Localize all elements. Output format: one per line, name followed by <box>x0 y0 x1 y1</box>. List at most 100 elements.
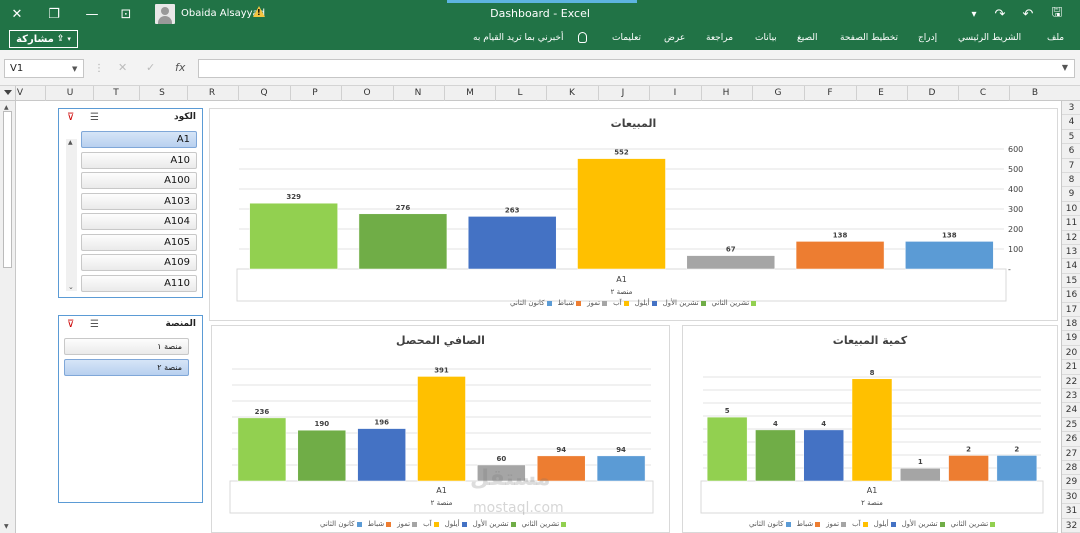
slicer-item[interactable]: A105 <box>81 233 197 251</box>
row-header-29[interactable]: 29 <box>1062 475 1080 490</box>
tab-insert[interactable]: إدراج <box>918 33 937 43</box>
column-header-t[interactable]: T <box>106 88 126 98</box>
tab-review[interactable]: مراجعة <box>706 33 733 43</box>
insert-function-button[interactable]: fx <box>175 61 185 74</box>
chart-sales[interactable]: المبيعات 329 276 263 552 67 138 138 A1 منصة ٢ 600… <box>209 108 1058 321</box>
row-header-28[interactable]: 28 <box>1062 461 1080 476</box>
customize-qat-icon[interactable]: ▾ <box>962 4 986 24</box>
column-divider[interactable] <box>444 86 445 101</box>
row-header-7[interactable]: 7 <box>1062 159 1080 173</box>
tab-data[interactable]: بيانات <box>755 33 777 43</box>
clear-filter-icon[interactable]: ⊽ <box>67 319 74 330</box>
column-header-o[interactable]: O <box>357 88 377 98</box>
row-header-13[interactable]: 13 <box>1062 245 1080 260</box>
row-header-6[interactable]: 6 <box>1062 144 1080 159</box>
tab-home[interactable]: الشريط الرئيسي <box>958 33 1021 43</box>
multi-select-icon[interactable]: ☰ <box>90 319 99 330</box>
column-divider[interactable] <box>804 86 805 101</box>
column-header-g[interactable]: G <box>768 88 788 98</box>
column-header-d[interactable]: D <box>922 88 942 98</box>
cancel-icon[interactable]: ✕ <box>118 61 127 74</box>
row-header-31[interactable]: 31 <box>1062 504 1080 519</box>
row-header-27[interactable]: 27 <box>1062 447 1080 461</box>
row-header-8[interactable]: 8 <box>1062 173 1080 188</box>
row-header-23[interactable]: 23 <box>1062 389 1080 404</box>
close-icon[interactable]: ✕ <box>5 4 29 24</box>
tell-me-box[interactable]: أخبرني بما تريد القيام به <box>473 33 564 43</box>
ribbon-display-icon[interactable]: ⊡ <box>114 4 138 24</box>
row-header-25[interactable]: 25 <box>1062 418 1080 433</box>
column-header-n[interactable]: N <box>408 88 428 98</box>
slicer-item[interactable]: A109 <box>81 254 197 271</box>
column-divider[interactable] <box>855 86 857 101</box>
restore-icon[interactable]: ❐ <box>42 4 66 24</box>
row-header-20[interactable]: 20 <box>1062 346 1080 361</box>
row-header-32[interactable]: 32 <box>1062 519 1080 533</box>
column-header-m[interactable]: M <box>460 88 480 98</box>
row-header-11[interactable]: 11 <box>1062 216 1080 231</box>
column-divider[interactable] <box>906 86 908 101</box>
tab-page-layout[interactable]: تخطيط الصفحة <box>840 33 898 43</box>
column-header-i[interactable]: I <box>665 88 685 98</box>
avatar[interactable] <box>155 4 175 24</box>
vertical-scrollbar[interactable]: ▲ ▼ <box>0 101 16 533</box>
row-header-21[interactable]: 21 <box>1062 360 1080 375</box>
column-divider[interactable] <box>392 86 394 101</box>
slicer-item[interactable]: A1 <box>81 131 197 148</box>
column-header-p[interactable]: P <box>305 88 325 98</box>
row-header-9[interactable]: 9 <box>1062 187 1080 202</box>
row-header-10[interactable]: 10 <box>1062 202 1080 217</box>
slicer-item[interactable]: منصة ٢ <box>64 359 189 376</box>
slicer-item[interactable]: A10 <box>81 151 197 169</box>
slicer-item[interactable]: A104 <box>81 213 197 230</box>
chart-sales-quantity[interactable]: كمية المبيعات 5 4 4 8 1 2 2 A1 منصة ٢ تشرين الثا… <box>682 325 1058 533</box>
column-divider[interactable] <box>139 86 140 101</box>
column-divider[interactable] <box>597 86 599 101</box>
column-header-q[interactable]: Q <box>254 88 274 98</box>
tab-file[interactable]: ملف <box>1047 33 1064 43</box>
tab-help[interactable]: تعليمات <box>612 33 641 43</box>
row-header-18[interactable]: 18 <box>1062 317 1080 332</box>
column-divider[interactable] <box>93 86 94 101</box>
column-divider[interactable] <box>238 86 239 101</box>
column-divider[interactable] <box>289 86 291 101</box>
row-header-3[interactable]: 3 <box>1062 101 1080 116</box>
row-header-17[interactable]: 17 <box>1062 303 1080 317</box>
column-header-h[interactable]: H <box>716 88 736 98</box>
column-divider[interactable] <box>187 86 188 101</box>
column-divider[interactable] <box>495 86 496 101</box>
tab-formulas[interactable]: الصيغ <box>797 33 818 43</box>
slicer-item[interactable]: A110 <box>81 274 197 292</box>
scroll-up-icon[interactable]: ▲ <box>4 104 9 111</box>
expand-formula-icon[interactable]: ▼ <box>1062 63 1068 72</box>
row-header-26[interactable]: 26 <box>1062 432 1080 447</box>
formula-input[interactable]: ▼ <box>198 59 1075 78</box>
column-divider[interactable] <box>45 86 46 101</box>
scroll-down-icon[interactable]: ⌄ <box>68 283 74 291</box>
column-header-u[interactable]: U <box>60 88 80 98</box>
chevron-down-icon[interactable]: ▼ <box>72 65 77 73</box>
column-divider[interactable] <box>957 86 959 101</box>
redo-icon[interactable]: ↷ <box>988 4 1012 24</box>
row-header-19[interactable]: 19 <box>1062 331 1080 346</box>
scroll-up-icon[interactable]: ▲ <box>68 139 73 146</box>
column-header-k[interactable]: K <box>562 88 582 98</box>
row-header-14[interactable]: 14 <box>1062 259 1080 274</box>
column-divider[interactable] <box>546 86 547 101</box>
row-header-22[interactable]: 22 <box>1062 375 1080 389</box>
column-header-f[interactable]: F <box>820 88 840 98</box>
column-header-j[interactable]: J <box>613 88 633 98</box>
column-divider[interactable] <box>649 86 650 101</box>
scrollbar-thumb[interactable] <box>3 111 12 268</box>
row-header-16[interactable]: 16 <box>1062 288 1080 303</box>
minimize-icon[interactable]: — <box>80 4 104 24</box>
row-header-12[interactable]: 12 <box>1062 231 1080 245</box>
slicer-scrollbar[interactable]: ▲ ⌄ <box>66 139 77 291</box>
slicer-item[interactable]: منصة ١ <box>64 338 189 355</box>
column-header-v[interactable]: V <box>10 88 30 98</box>
row-header-5[interactable]: 5 <box>1062 130 1080 145</box>
column-divider[interactable] <box>341 86 342 101</box>
tab-view[interactable]: عرض <box>664 33 685 43</box>
column-divider[interactable] <box>700 86 702 101</box>
scroll-down-icon[interactable]: ▼ <box>4 523 9 530</box>
